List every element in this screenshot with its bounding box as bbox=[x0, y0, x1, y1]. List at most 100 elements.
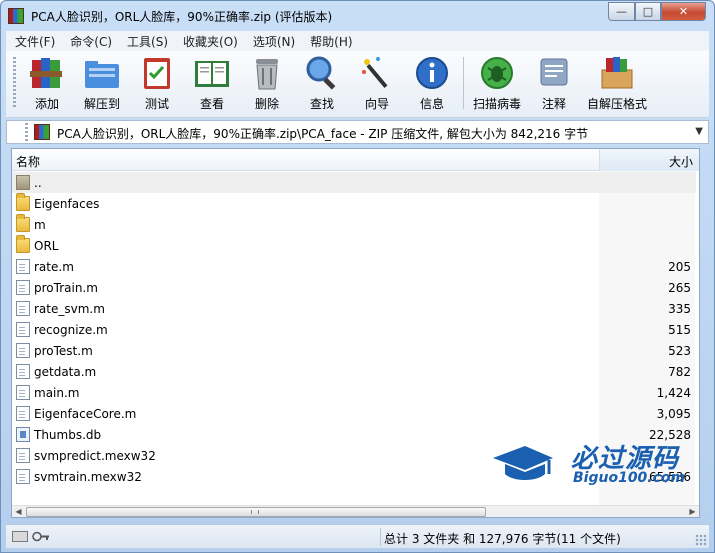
column-header: 名称 ⌃ 大小 bbox=[12, 149, 699, 171]
books-add-icon bbox=[28, 54, 66, 92]
info-button[interactable]: 信息 bbox=[402, 54, 462, 114]
menu-options[interactable]: 选项(N) bbox=[244, 33, 301, 50]
column-name-header[interactable]: 名称 bbox=[16, 153, 40, 170]
sfx-box-icon bbox=[598, 54, 636, 92]
sfx-button[interactable]: 自解压格式 bbox=[586, 54, 648, 114]
file-row[interactable]: Eigenfaces bbox=[12, 193, 696, 214]
parent-folder-row[interactable]: .. bbox=[12, 172, 696, 193]
close-button[interactable]: ✕ bbox=[661, 2, 706, 21]
add-label: 添加 bbox=[34, 97, 59, 111]
menu-file[interactable]: 文件(F) bbox=[6, 33, 61, 50]
status-separator bbox=[380, 528, 381, 546]
parent-folder-icon bbox=[16, 175, 30, 190]
file-name: m bbox=[34, 218, 46, 232]
archive-icon bbox=[34, 124, 50, 140]
folder-icon bbox=[16, 214, 30, 232]
file-icon bbox=[16, 448, 30, 463]
virus-scan-button[interactable]: 扫描病毒 bbox=[467, 54, 527, 114]
file-size: 515 bbox=[668, 323, 691, 337]
file-icon bbox=[16, 343, 30, 358]
file-row[interactable]: EigenfaceCore.m 3,095 bbox=[12, 403, 696, 424]
column-size-label: 大小 bbox=[668, 155, 693, 169]
window-title: PCA人脸识别，ORL人脸库，90%正确率.zip (评估版本) bbox=[31, 10, 333, 24]
file-size: 782 bbox=[668, 365, 691, 379]
menu-tools[interactable]: 工具(S) bbox=[118, 33, 174, 50]
file-row[interactable]: recognize.m 515 bbox=[12, 319, 696, 340]
add-button[interactable]: 添加 bbox=[17, 54, 77, 114]
file-size: 205 bbox=[668, 260, 691, 274]
menu-help[interactable]: 帮助(H) bbox=[301, 33, 358, 50]
file-name: Thumbs.db bbox=[34, 428, 102, 442]
file-row[interactable]: main.m 1,424 bbox=[12, 382, 696, 403]
folder-icon bbox=[16, 235, 30, 253]
comment-label: 注释 bbox=[541, 97, 566, 111]
file-row[interactable]: proTest.m 523 bbox=[12, 340, 696, 361]
file-row[interactable]: getdata.m 782 bbox=[12, 361, 696, 382]
chevron-down-icon[interactable]: ▼ bbox=[695, 126, 703, 137]
menu-favorites[interactable]: 收藏夹(O) bbox=[174, 33, 244, 50]
scroll-left-icon[interactable]: ◀ bbox=[12, 506, 25, 517]
title-bar[interactable]: PCA人脸识别，ORL人脸库，90%正确率.zip (评估版本) — □ ✕ bbox=[1, 1, 714, 31]
winrar-app-icon[interactable] bbox=[8, 8, 24, 24]
test-button[interactable]: 测试 bbox=[127, 54, 187, 114]
toolbar: 添加 解压到 测试 查看 删除 查找 向导 信息 扫描病毒 注释 自解压格式 bbox=[6, 51, 709, 118]
drive-icon[interactable] bbox=[12, 531, 28, 542]
info-icon bbox=[413, 54, 451, 92]
graduation-cap-icon bbox=[493, 446, 553, 480]
file-icon bbox=[16, 280, 30, 295]
file-icon bbox=[16, 259, 30, 274]
key-icon[interactable] bbox=[32, 531, 50, 542]
address-bar[interactable]: PCA人脸识别，ORL人脸库，90%正确率.zip\PCA_face - ZIP… bbox=[6, 120, 709, 144]
file-size: 265 bbox=[668, 281, 691, 295]
scroll-thumb[interactable] bbox=[26, 507, 486, 517]
minimize-button[interactable]: — bbox=[608, 2, 635, 21]
extract-to-button[interactable]: 解压到 bbox=[72, 54, 132, 114]
menu-commands[interactable]: 命令(C) bbox=[61, 33, 118, 50]
thumbs-db-icon bbox=[16, 427, 30, 442]
file-icon bbox=[16, 301, 30, 316]
horizontal-scrollbar[interactable]: ◀ ▶ bbox=[12, 505, 699, 517]
column-size-header[interactable]: ⌃ 大小 bbox=[599, 149, 699, 171]
address-grip[interactable] bbox=[25, 123, 28, 141]
file-row[interactable]: rate.m 205 bbox=[12, 256, 696, 277]
file-name: proTrain.m bbox=[34, 281, 98, 295]
sfx-label: 自解压格式 bbox=[586, 97, 647, 111]
comment-button[interactable]: 注释 bbox=[524, 54, 584, 114]
address-path: PCA人脸识别，ORL人脸库，90%正确率.zip\PCA_face - ZIP… bbox=[57, 127, 589, 141]
file-name: svmpredict.mexw32 bbox=[34, 449, 156, 463]
extract-to-label: 解压到 bbox=[83, 97, 120, 111]
watermark-en: Biguo100.com bbox=[573, 470, 686, 486]
test-label: 测试 bbox=[144, 97, 169, 111]
delete-label: 删除 bbox=[254, 97, 279, 111]
find-label: 查找 bbox=[309, 97, 334, 111]
watermark-logo: 必过源码 Biguo100.com bbox=[491, 436, 701, 496]
wizard-button[interactable]: 向导 bbox=[347, 54, 407, 114]
file-name: main.m bbox=[34, 386, 80, 400]
file-name: EigenfaceCore.m bbox=[34, 407, 137, 421]
status-text: 总计 3 文件夹 和 127,976 字节(11 个文件) bbox=[384, 532, 621, 546]
file-name: getdata.m bbox=[34, 365, 97, 379]
magic-wand-icon bbox=[358, 54, 396, 92]
file-icon bbox=[16, 364, 30, 379]
delete-button[interactable]: 删除 bbox=[237, 54, 297, 114]
trash-icon bbox=[248, 54, 286, 92]
file-size: 335 bbox=[668, 302, 691, 316]
view-button[interactable]: 查看 bbox=[182, 54, 242, 114]
file-row[interactable]: m bbox=[12, 214, 696, 235]
maximize-button[interactable]: □ bbox=[635, 2, 661, 21]
toolbar-grip[interactable] bbox=[13, 57, 16, 109]
find-button[interactable]: 查找 bbox=[292, 54, 352, 114]
scroll-right-icon[interactable]: ▶ bbox=[686, 506, 699, 517]
file-icon bbox=[16, 469, 30, 484]
toolbar-separator bbox=[463, 57, 464, 109]
file-row[interactable]: ORL bbox=[12, 235, 696, 256]
file-size: 523 bbox=[668, 344, 691, 358]
menu-bar: 文件(F) 命令(C) 工具(S) 收藏夹(O) 选项(N) 帮助(H) bbox=[6, 31, 709, 51]
file-name: rate.m bbox=[34, 260, 74, 274]
resize-grip[interactable] bbox=[695, 534, 707, 546]
status-bar: 总计 3 文件夹 和 127,976 字节(11 个文件) bbox=[6, 524, 709, 548]
info-label: 信息 bbox=[419, 97, 444, 111]
file-row[interactable]: proTrain.m 265 bbox=[12, 277, 696, 298]
folder-extract-icon bbox=[83, 54, 121, 92]
file-row[interactable]: rate_svm.m 335 bbox=[12, 298, 696, 319]
